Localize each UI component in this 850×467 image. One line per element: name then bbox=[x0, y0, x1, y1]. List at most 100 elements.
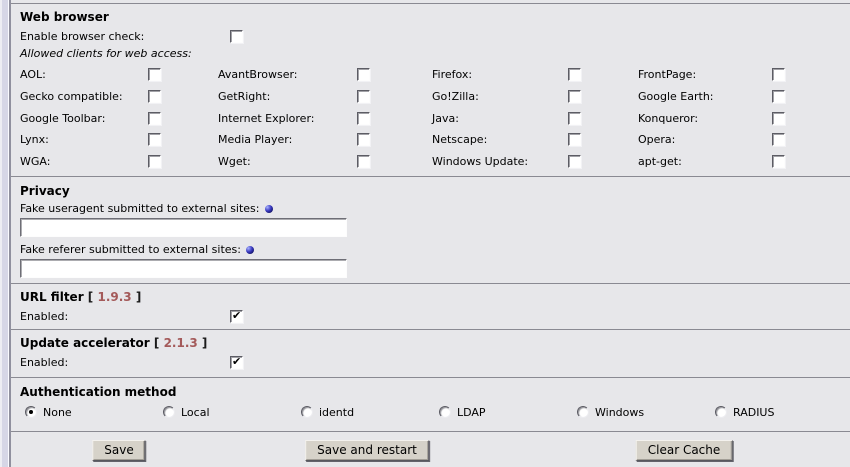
checkbox-wga[interactable] bbox=[148, 155, 161, 168]
radio-ldap-label: LDAP bbox=[457, 406, 486, 419]
client-label-frontpage: FrontPage: bbox=[638, 68, 772, 81]
radio-none-label: None bbox=[43, 406, 72, 419]
fake-useragent-input[interactable] bbox=[20, 218, 347, 237]
version-bracket: [ bbox=[88, 290, 93, 304]
clear-cache-button[interactable]: Clear Cache bbox=[636, 440, 733, 461]
fake-useragent-row: Fake useragent submitted to external sit… bbox=[20, 201, 847, 216]
url-filter-enabled-row: Enabled: bbox=[20, 307, 847, 325]
section-title-web-browser: Web browser bbox=[20, 4, 847, 24]
checkbox-google-toolbar[interactable] bbox=[148, 112, 161, 125]
section-url-filter: URL filter [ 1.9.3 ] Enabled: bbox=[11, 283, 850, 329]
version-bracket: [ bbox=[154, 336, 159, 350]
checkbox-netscape[interactable] bbox=[568, 133, 581, 146]
client-label-java: Java: bbox=[432, 112, 568, 125]
checkbox-opera[interactable] bbox=[772, 133, 785, 146]
settings-form: Web browser Enable browser check: Allowe… bbox=[11, 0, 850, 467]
section-title-authentication: Authentication method bbox=[20, 378, 847, 399]
section-privacy: Privacy Fake useragent submitted to exte… bbox=[11, 176, 850, 283]
allowed-clients-grid: AOL: AvantBrowser: Firefox: FrontPage: G… bbox=[20, 64, 847, 172]
auth-option-local[interactable]: Local bbox=[163, 404, 301, 420]
section-title-url-filter: URL filter [ 1.9.3 ] bbox=[20, 284, 847, 304]
blue-dot-icon bbox=[246, 246, 254, 254]
checkbox-konqueror[interactable] bbox=[772, 112, 785, 125]
radio-identd[interactable] bbox=[301, 406, 313, 418]
allowed-clients-label: Allowed clients for web access: bbox=[20, 47, 847, 62]
radio-radius-label: RADIUS bbox=[733, 406, 774, 419]
fake-referer-label: Fake referer submitted to external sites… bbox=[20, 243, 241, 256]
radio-none[interactable] bbox=[25, 406, 37, 418]
radio-ldap[interactable] bbox=[439, 406, 451, 418]
radio-local-label: Local bbox=[181, 406, 210, 419]
section-title-update-accelerator: Update accelerator [ 2.1.3 ] bbox=[20, 330, 847, 350]
client-label-google-toolbar: Google Toolbar: bbox=[20, 112, 148, 125]
client-label-google-earth: Google Earth: bbox=[638, 90, 772, 103]
checkbox-getright[interactable] bbox=[357, 90, 370, 103]
blue-dot-icon bbox=[265, 205, 273, 213]
fake-useragent-label: Fake useragent submitted to external sit… bbox=[20, 202, 260, 215]
update-accelerator-enabled-label: Enabled: bbox=[20, 356, 230, 369]
client-label-internet-explorer: Internet Explorer: bbox=[218, 112, 357, 125]
enable-browser-check-label: Enable browser check: bbox=[20, 30, 230, 43]
client-label-windows-update: Windows Update: bbox=[432, 155, 568, 168]
checkbox-gecko-compatible[interactable] bbox=[148, 90, 161, 103]
client-label-firefox: Firefox: bbox=[432, 68, 568, 81]
proxy-settings-page: Web browser Enable browser check: Allowe… bbox=[0, 0, 850, 467]
update-accelerator-enabled-checkbox[interactable] bbox=[230, 356, 243, 369]
auth-option-radius[interactable]: RADIUS bbox=[715, 404, 850, 420]
update-accelerator-title-text: Update accelerator bbox=[20, 336, 150, 350]
left-edge-bar bbox=[0, 0, 11, 467]
checkbox-avantbrowser[interactable] bbox=[357, 68, 370, 81]
auth-option-windows[interactable]: Windows bbox=[577, 404, 715, 420]
checkbox-aol[interactable] bbox=[148, 68, 161, 81]
version-bracket: ] bbox=[136, 290, 141, 304]
client-label-aol: AOL: bbox=[20, 68, 148, 81]
checkbox-internet-explorer[interactable] bbox=[357, 112, 370, 125]
checkbox-frontpage[interactable] bbox=[772, 68, 785, 81]
auth-option-ldap[interactable]: LDAP bbox=[439, 404, 577, 420]
checkbox-google-earth[interactable] bbox=[772, 90, 785, 103]
section-action-buttons: Save Save and restart Clear Cache bbox=[11, 431, 850, 467]
radio-local[interactable] bbox=[163, 406, 175, 418]
client-label-avantbrowser: AvantBrowser: bbox=[218, 68, 357, 81]
authentication-options-row: None Local identd LDAP Windows bbox=[20, 404, 847, 420]
fake-referer-row: Fake referer submitted to external sites… bbox=[20, 242, 847, 257]
checkbox-firefox[interactable] bbox=[568, 68, 581, 81]
update-accelerator-enabled-row: Enabled: bbox=[20, 353, 847, 371]
client-label-lynx: Lynx: bbox=[20, 133, 148, 146]
checkbox-java[interactable] bbox=[568, 112, 581, 125]
section-web-browser: Web browser Enable browser check: Allowe… bbox=[11, 3, 850, 176]
enable-browser-check-checkbox[interactable] bbox=[230, 30, 243, 43]
save-button[interactable]: Save bbox=[92, 440, 145, 461]
fake-referer-input[interactable] bbox=[20, 259, 347, 278]
client-label-wga: WGA: bbox=[20, 155, 148, 168]
enable-browser-check-row: Enable browser check: bbox=[20, 27, 847, 45]
checkbox-wget[interactable] bbox=[357, 155, 370, 168]
client-label-konqueror: Konqueror: bbox=[638, 112, 772, 125]
url-filter-title-text: URL filter bbox=[20, 290, 84, 304]
checkbox-lynx[interactable] bbox=[148, 133, 161, 146]
client-label-apt-get: apt-get: bbox=[638, 155, 772, 168]
save-and-restart-button[interactable]: Save and restart bbox=[305, 440, 429, 461]
auth-option-none[interactable]: None bbox=[25, 404, 163, 420]
url-filter-enabled-label: Enabled: bbox=[20, 310, 230, 323]
radio-windows[interactable] bbox=[577, 406, 589, 418]
radio-windows-label: Windows bbox=[595, 406, 644, 419]
url-filter-enabled-checkbox[interactable] bbox=[230, 310, 243, 323]
client-label-wget: Wget: bbox=[218, 155, 357, 168]
section-update-accelerator: Update accelerator [ 2.1.3 ] Enabled: bbox=[11, 329, 850, 377]
client-label-netscape: Netscape: bbox=[432, 133, 568, 146]
radio-identd-label: identd bbox=[319, 406, 354, 419]
client-label-getright: GetRight: bbox=[218, 90, 357, 103]
section-title-privacy: Privacy bbox=[20, 177, 847, 198]
client-label-opera: Opera: bbox=[638, 133, 772, 146]
checkbox-gozilla[interactable] bbox=[568, 90, 581, 103]
auth-option-identd[interactable]: identd bbox=[301, 404, 439, 420]
checkbox-apt-get[interactable] bbox=[772, 155, 785, 168]
section-authentication: Authentication method None Local identd … bbox=[11, 377, 850, 431]
checkbox-windows-update[interactable] bbox=[568, 155, 581, 168]
url-filter-version: 1.9.3 bbox=[97, 290, 131, 304]
radio-radius[interactable] bbox=[715, 406, 727, 418]
checkbox-media-player[interactable] bbox=[357, 133, 370, 146]
update-accelerator-version: 2.1.3 bbox=[164, 336, 198, 350]
client-label-gozilla: Go!Zilla: bbox=[432, 90, 568, 103]
